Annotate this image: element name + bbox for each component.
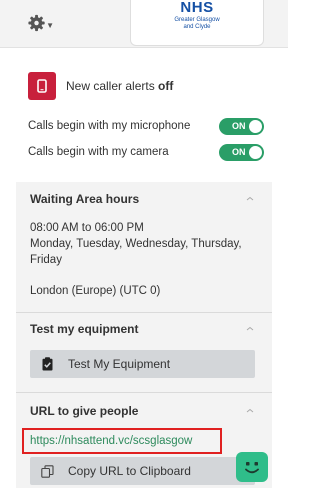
settings-menu[interactable]: ▼: [28, 10, 54, 36]
toggle-knob: [249, 119, 262, 133]
url-highlight-box: https://nhsattend.vc/scsglasgow: [22, 428, 222, 454]
copy-url-button[interactable]: Copy URL to Clipboard: [30, 457, 255, 485]
caller-alerts-label: New caller alerts off: [66, 79, 174, 93]
waiting-area-timezone: London (Europe) (UTC 0): [30, 285, 161, 297]
url-section-title: URL to give people: [30, 404, 139, 418]
camera-toggle-state: ON: [232, 146, 246, 157]
chevron-up-icon[interactable]: [244, 324, 256, 334]
microphone-toggle[interactable]: ON: [219, 117, 264, 135]
test-equipment-title: Test my equipment: [30, 322, 139, 336]
logo-subtitle-1: Greater Glasgow: [174, 17, 220, 23]
caller-alerts-state: off: [158, 79, 174, 93]
logo-title: NHS: [180, 0, 214, 16]
chevron-up-icon[interactable]: [244, 406, 256, 416]
nhs-logo: NHS Greater Glasgow and Clyde: [130, 0, 264, 46]
camera-toggle-row: Calls begin with my camera ON: [28, 143, 264, 161]
caller-alerts-row[interactable]: New caller alerts off: [28, 72, 173, 100]
logo-subtitle-2: and Clyde: [183, 24, 211, 30]
chevron-up-icon[interactable]: [244, 194, 256, 204]
clipboard-check-icon: [40, 357, 54, 371]
test-equipment-button[interactable]: Test My Equipment: [30, 350, 255, 378]
chat-widget-button[interactable]: [236, 452, 268, 482]
microphone-toggle-row: Calls begin with my microphone ON: [28, 117, 264, 135]
phone-icon: [28, 72, 56, 100]
attend-url-link[interactable]: https://nhsattend.vc/scsglasgow: [30, 435, 192, 447]
camera-toggle-label: Calls begin with my camera: [28, 146, 169, 158]
camera-toggle[interactable]: ON: [219, 143, 264, 161]
divider: [16, 312, 272, 313]
chat-smiley-icon: [245, 462, 259, 474]
waiting-area-hours: 08:00 AM to 06:00 PM: [30, 222, 144, 234]
waiting-area-days: Monday, Tuesday, Wednesday, Thursday, Fr…: [30, 238, 242, 266]
chevron-down-icon: ▼: [46, 20, 54, 30]
test-equipment-button-label: Test My Equipment: [68, 357, 171, 371]
toggle-knob: [249, 145, 262, 159]
divider: [16, 392, 272, 393]
microphone-toggle-state: ON: [232, 120, 246, 131]
gear-icon: [28, 14, 45, 32]
microphone-toggle-label: Calls begin with my microphone: [28, 120, 191, 132]
header-bar: ▼ NHS Greater Glasgow and Clyde: [0, 0, 288, 48]
waiting-area-title: Waiting Area hours: [30, 192, 140, 206]
copy-url-button-label: Copy URL to Clipboard: [68, 464, 191, 478]
copy-icon: [40, 464, 54, 478]
